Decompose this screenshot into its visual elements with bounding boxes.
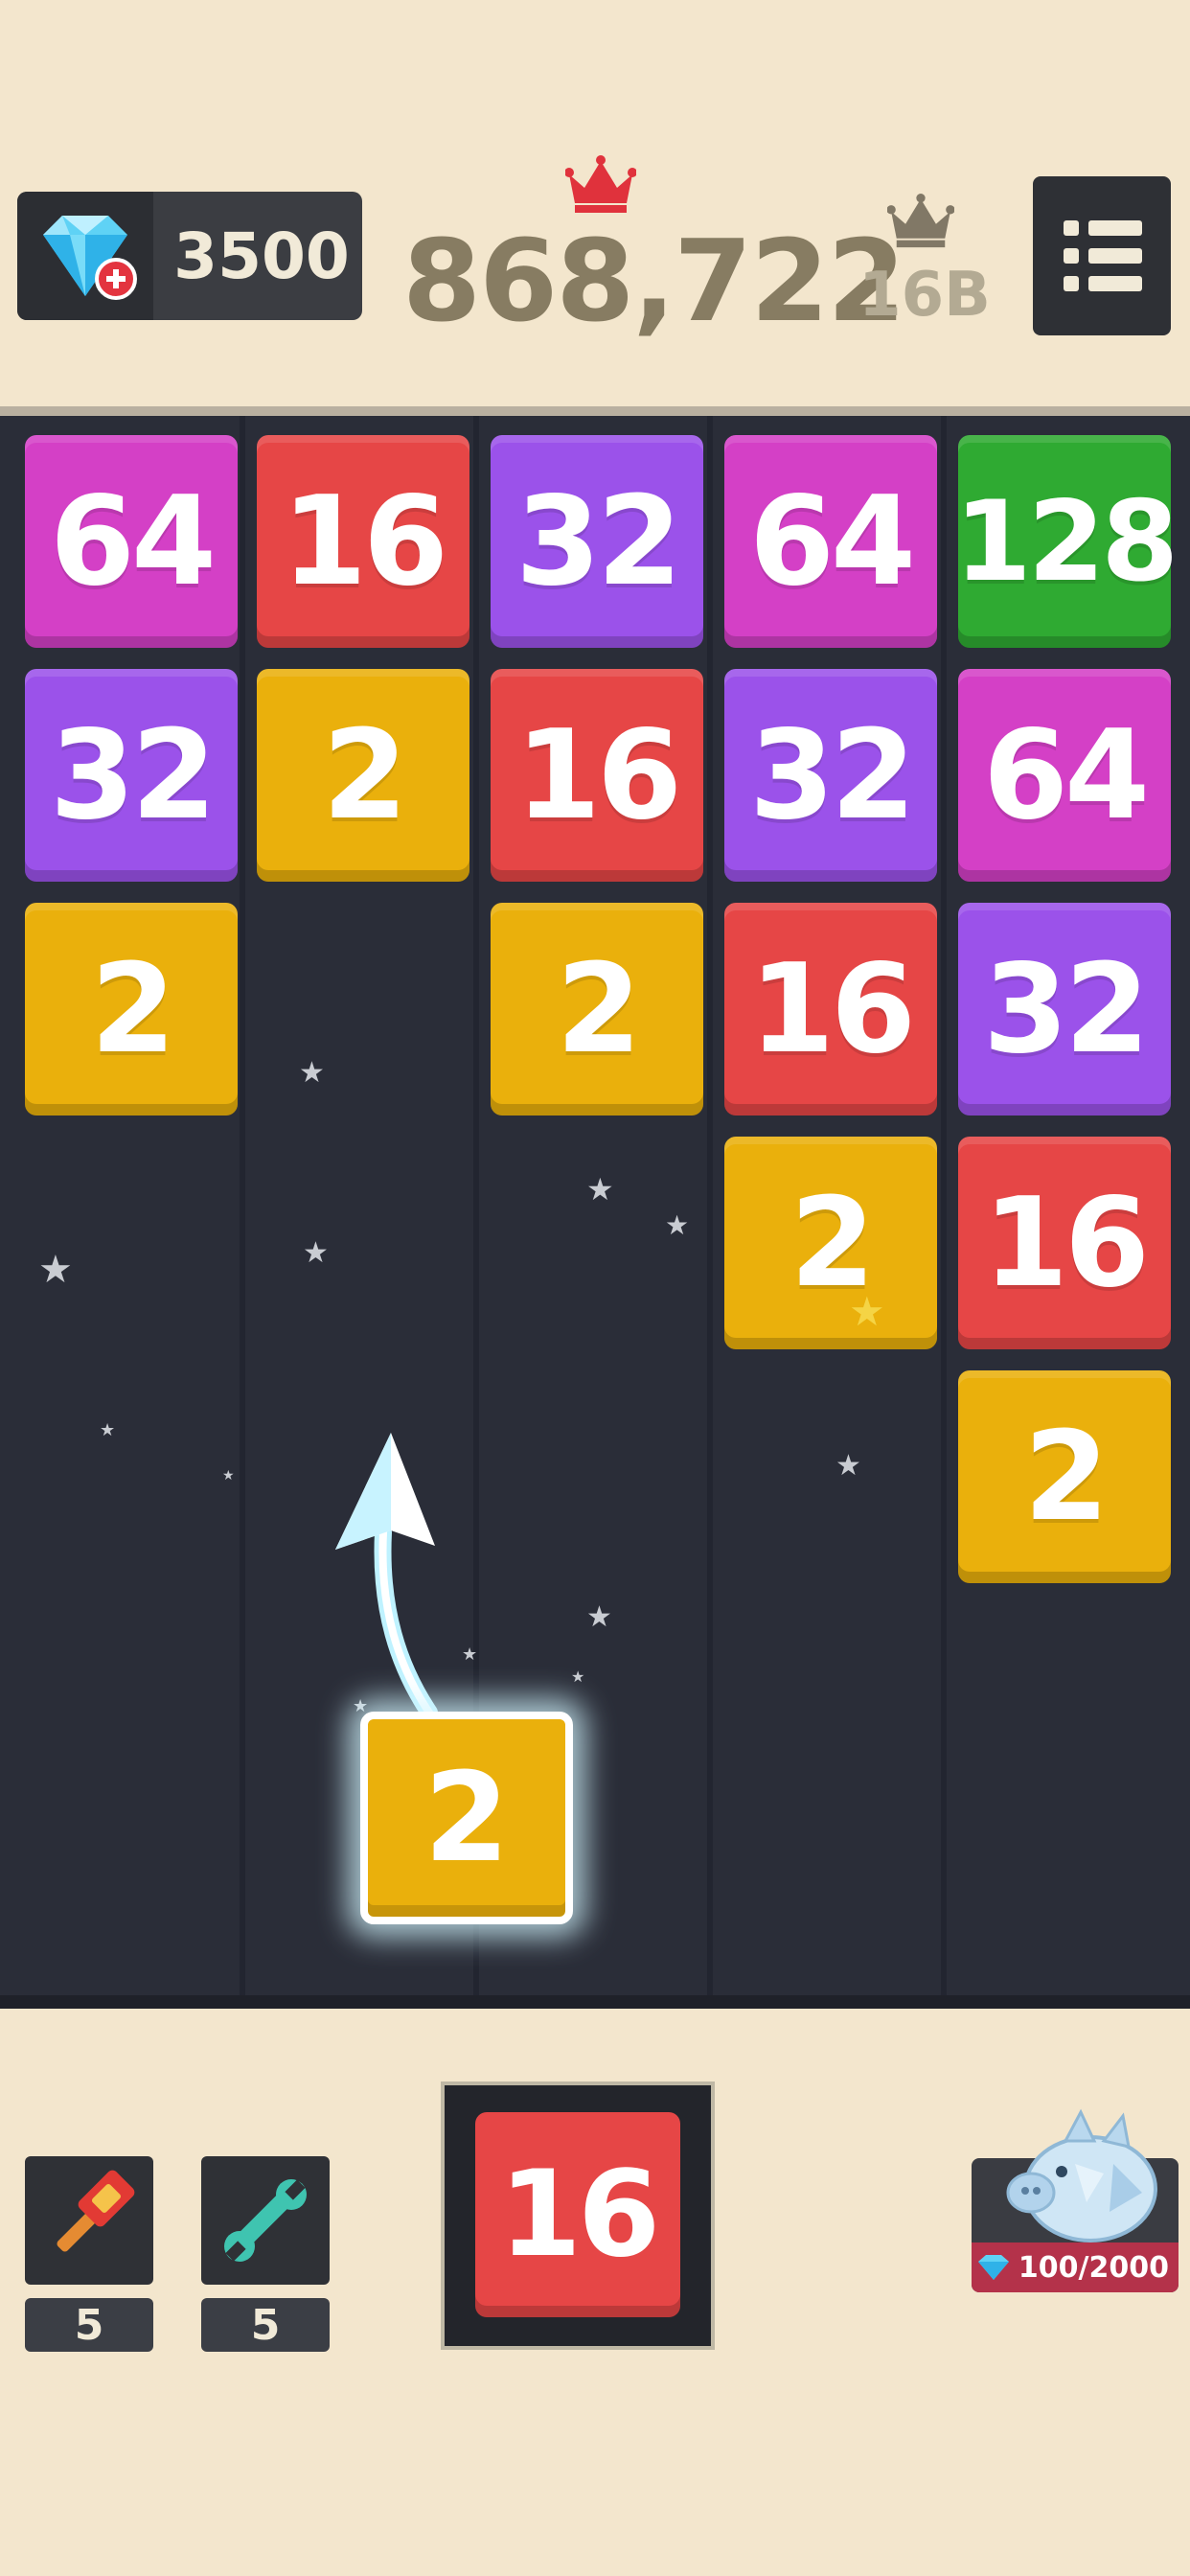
sparkle-gold-star-icon: ★ bbox=[849, 1288, 885, 1335]
tile-2: 2 bbox=[25, 903, 238, 1116]
tile-32: 32 bbox=[724, 669, 937, 882]
tile-2: 2 bbox=[257, 669, 469, 882]
tile-32: 32 bbox=[25, 669, 238, 882]
swipe-arrow-icon bbox=[335, 1433, 438, 1714]
tile-16: 16 bbox=[257, 435, 469, 648]
sparkle-star-icon: ★ bbox=[303, 1236, 329, 1270]
wrench-icon bbox=[224, 2179, 307, 2262]
next-tile: 16 bbox=[475, 2112, 680, 2317]
game-board[interactable]: ★ ★ ★ ★ ★ ★ ★ ★ ★ ★ ★ ★ 64 16 32 64 128 32 2 16… bbox=[0, 416, 1190, 1995]
header: 3500 868,722 16B bbox=[0, 0, 1190, 416]
sparkle-star-icon: ★ bbox=[665, 1209, 690, 1241]
sparkle-star-icon: ★ bbox=[100, 1420, 116, 1440]
tile-64: 64 bbox=[958, 669, 1171, 882]
tile-32: 32 bbox=[491, 435, 703, 648]
wrench-booster-button[interactable] bbox=[201, 2156, 330, 2285]
sparkle-star-icon: ★ bbox=[571, 1668, 585, 1686]
tile-32: 32 bbox=[958, 903, 1171, 1116]
sparkle-star-icon: ★ bbox=[586, 1600, 612, 1634]
sparkle-star-icon: ★ bbox=[835, 1449, 861, 1483]
tile-128: 128 bbox=[954, 435, 1179, 648]
piggy-progress-bar: 100/2000 bbox=[972, 2242, 1179, 2292]
header-divider bbox=[0, 406, 1190, 416]
column-divider bbox=[240, 416, 245, 1995]
tile-16: 16 bbox=[491, 669, 703, 882]
hammer-icon bbox=[57, 2170, 135, 2252]
tile-64: 64 bbox=[25, 435, 238, 648]
tile-2: 2 bbox=[724, 1137, 937, 1349]
gem-counter[interactable]: 3500 bbox=[17, 192, 362, 320]
tile-16: 16 bbox=[958, 1137, 1171, 1349]
column-divider bbox=[941, 416, 947, 1995]
sparkle-star-icon: ★ bbox=[38, 1248, 73, 1292]
current-score: 868,722 bbox=[402, 215, 905, 347]
moving-tile[interactable]: 2 bbox=[360, 1712, 573, 1924]
diamond-small-icon bbox=[977, 2255, 1009, 2280]
tile-2: 2 bbox=[958, 1370, 1171, 1583]
wrench-count: 5 bbox=[201, 2298, 330, 2352]
tile-16: 16 bbox=[724, 903, 937, 1116]
menu-button[interactable] bbox=[1033, 176, 1171, 335]
gem-count: 3500 bbox=[173, 218, 350, 293]
piggy-bank-icon bbox=[1006, 2108, 1157, 2242]
board-bottom-edge bbox=[0, 1995, 1190, 2009]
tile-2: 2 bbox=[491, 903, 703, 1116]
menu-list-icon bbox=[1064, 220, 1142, 291]
piggy-progress-text: 100/2000 bbox=[1018, 2250, 1169, 2285]
best-score: 16B bbox=[858, 260, 991, 331]
hammer-booster-button[interactable] bbox=[25, 2156, 153, 2285]
sparkle-star-icon: ★ bbox=[586, 1171, 614, 1208]
diamond-plus-icon[interactable] bbox=[17, 192, 153, 320]
column-divider bbox=[707, 416, 713, 1995]
sparkle-star-icon: ★ bbox=[299, 1056, 325, 1090]
tile-64: 64 bbox=[724, 435, 937, 648]
sparkle-star-icon: ★ bbox=[222, 1468, 235, 1484]
hammer-count: 5 bbox=[25, 2298, 153, 2352]
crown-gray-icon bbox=[887, 194, 954, 248]
crown-icon bbox=[565, 155, 636, 213]
